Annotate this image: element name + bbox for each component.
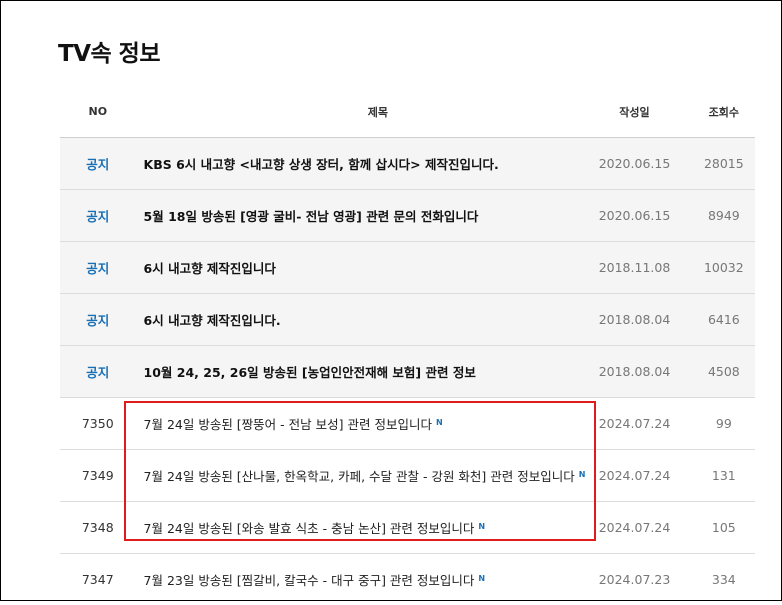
post-title-link[interactable]: 7월 24일 방송된 [와송 발효 식초 - 충남 논산] 관련 정보입니다 <box>144 521 475 536</box>
view-count: 28015 <box>703 156 744 171</box>
board-table: NO 제목 작성일 조회수 공지 KBS 6시 내고향 <내고향 상생 장터, … <box>60 86 755 605</box>
post-date: 2020.06.15 <box>598 156 671 171</box>
notice-title-link[interactable]: KBS 6시 내고향 <내고향 상생 장터, 함께 삽시다> 제작진입니다. <box>136 154 621 173</box>
notice-title-link[interactable]: 5월 18일 방송된 [영광 굴비- 전남 영광] 관련 문의 전화입니다 <box>136 206 621 225</box>
header-date: 작성일 <box>619 105 650 119</box>
header-title: 제목 <box>367 105 388 119</box>
notice-title-link[interactable]: 10월 24, 25, 26일 방송된 [농업인안전재해 보험] 관련 정보 <box>136 362 621 381</box>
view-count: 99 <box>715 416 732 431</box>
post-title-cell: 7월 23일 방송된 [찜갈비, 칼국수 - 대구 중구] 관련 정보입니다 N <box>136 570 621 589</box>
post-number: 7350 <box>81 416 114 431</box>
notice-row: 공지 5월 18일 방송된 [영광 굴비- 전남 영광] 관련 문의 전화입니다… <box>60 190 755 242</box>
post-row: 7349 7월 24일 방송된 [산나물, 한옥학교, 카페, 수달 관찰 - … <box>60 450 755 502</box>
notice-title-link[interactable]: 6시 내고향 제작진입니다. <box>136 310 621 329</box>
view-count: 10032 <box>703 260 744 275</box>
post-title-link[interactable]: 7월 24일 방송된 [산나물, 한옥학교, 카페, 수달 관찰 - 강원 화천… <box>144 469 575 484</box>
post-title-link[interactable]: 7월 23일 방송된 [찜갈비, 칼국수 - 대구 중구] 관련 정보입니다 <box>144 573 475 588</box>
header-views: 조회수 <box>708 105 740 119</box>
post-number: 7349 <box>81 468 114 483</box>
new-badge: N <box>478 574 486 583</box>
view-count: 105 <box>711 520 736 535</box>
table-header: NO 제목 작성일 조회수 <box>60 86 755 138</box>
view-count: 131 <box>711 468 736 483</box>
post-number: 7347 <box>81 572 114 587</box>
post-row: 7348 7월 24일 방송된 [와송 발효 식초 - 충남 논산] 관련 정보… <box>60 502 755 554</box>
notice-label: 공지 <box>86 261 110 276</box>
notice-row: 공지 10월 24, 25, 26일 방송된 [농업인안전재해 보험] 관련 정… <box>60 346 755 398</box>
post-date: 2018.08.04 <box>598 364 671 379</box>
notice-row: 공지 6시 내고향 제작진입니다 2018.11.08 10032 <box>60 242 755 294</box>
post-date: 2024.07.24 <box>598 468 671 483</box>
post-number: 7348 <box>81 520 114 535</box>
notice-label: 공지 <box>86 209 110 224</box>
post-title-cell: 7월 24일 방송된 [짱뚱어 - 전남 보성] 관련 정보입니다 N <box>136 414 621 433</box>
post-title-cell: 7월 24일 방송된 [산나물, 한옥학교, 카페, 수달 관찰 - 강원 화천… <box>136 466 621 485</box>
post-date: 2024.07.23 <box>598 572 671 587</box>
post-title-link[interactable]: 7월 24일 방송된 [짱뚱어 - 전남 보성] 관련 정보입니다 <box>144 417 432 432</box>
post-row: 7347 7월 23일 방송된 [찜갈비, 칼국수 - 대구 중구] 관련 정보… <box>60 554 755 605</box>
post-row: 7350 7월 24일 방송된 [짱뚱어 - 전남 보성] 관련 정보입니다 N … <box>60 398 755 450</box>
new-badge: N <box>435 418 443 427</box>
notice-label: 공지 <box>86 157 110 172</box>
post-date: 2024.07.24 <box>598 520 671 535</box>
view-count: 6416 <box>707 312 740 327</box>
view-count: 8949 <box>707 208 740 223</box>
post-date: 2024.07.24 <box>598 416 671 431</box>
post-date: 2020.06.15 <box>598 208 671 223</box>
header-no: NO <box>88 105 108 118</box>
post-date: 2018.11.08 <box>598 260 671 275</box>
view-count: 4508 <box>707 364 740 379</box>
notice-label: 공지 <box>86 313 110 328</box>
post-title-cell: 7월 24일 방송된 [와송 발효 식초 - 충남 논산] 관련 정보입니다 N <box>136 518 621 537</box>
post-date: 2018.08.04 <box>598 312 671 327</box>
notice-label: 공지 <box>86 365 110 380</box>
view-count: 334 <box>711 572 736 587</box>
notice-row: 공지 6시 내고향 제작진입니다. 2018.08.04 6416 <box>60 294 755 346</box>
page-title: TV속 정보 <box>58 41 160 67</box>
notice-row: 공지 KBS 6시 내고향 <내고향 상생 장터, 함께 삽시다> 제작진입니다… <box>60 138 755 190</box>
new-badge: N <box>478 522 486 531</box>
notice-title-link[interactable]: 6시 내고향 제작진입니다 <box>136 258 621 277</box>
